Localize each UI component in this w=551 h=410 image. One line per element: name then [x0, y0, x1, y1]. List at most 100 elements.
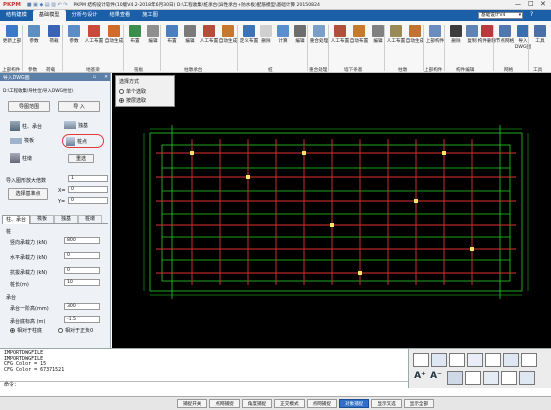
pile-length-label: 桩长(m)	[10, 282, 29, 288]
solid-icon[interactable]	[483, 371, 499, 385]
point-grid-snap-2[interactable]: 点网捕捉	[306, 399, 337, 408]
x-input[interactable]: 0	[68, 186, 108, 193]
font-smaller-icon[interactable]: A⁻	[429, 371, 443, 385]
overlap-button[interactable]: 重合处理	[309, 25, 329, 61]
wireframe-icon[interactable]	[465, 371, 481, 385]
tab-results[interactable]: 结果查看	[103, 10, 136, 21]
param-button[interactable]: 参数	[24, 25, 44, 61]
command-input-row[interactable]: 命令：	[0, 381, 408, 388]
home-view-icon[interactable]	[519, 371, 535, 385]
reselect-button[interactable]: 重选	[68, 154, 94, 163]
shade-icon[interactable]	[447, 371, 463, 385]
radio-unchecked-icon	[58, 328, 63, 333]
dimension-lines	[143, 128, 529, 296]
tab-drawings[interactable]: 施工图	[136, 10, 164, 21]
subtab-column-cap[interactable]: 柱、承台	[2, 214, 30, 224]
ribbon-separator	[444, 25, 445, 71]
strip-icon	[334, 25, 346, 37]
point-grid-snap[interactable]: 点网捕捉	[209, 399, 240, 408]
pin-icon[interactable]: ▫	[93, 75, 96, 80]
layer-item-pier[interactable]: 柱墩	[10, 153, 32, 163]
help-icon[interactable]: ?	[530, 11, 533, 18]
cap-manual-button[interactable]: 人工布置	[199, 25, 219, 61]
cap-elevation-label: 承台底标高 (m)	[10, 319, 46, 325]
import-button[interactable]: 导 入	[58, 101, 100, 112]
cap-edit-button[interactable]: 编辑	[180, 25, 200, 61]
upper-member-button[interactable]: 上部构件	[425, 25, 445, 61]
top-view-icon[interactable]	[449, 353, 465, 367]
cube-view-icon[interactable]	[413, 353, 429, 367]
base-point-button[interactable]: 选择基准点	[8, 188, 48, 200]
strip-auto-button[interactable]: 自动布置	[349, 25, 369, 61]
ribbon-label: 工具	[535, 39, 545, 44]
vertical-capacity-input[interactable]: 800	[64, 237, 100, 244]
auto-icon	[108, 25, 120, 37]
ribbon-label: 自动生成	[218, 39, 238, 44]
subtab-raft[interactable]: 筏板	[30, 215, 54, 223]
horizontal-capacity-input[interactable]: 0	[64, 252, 100, 259]
layer-icon[interactable]	[501, 371, 517, 385]
show-all[interactable]: 显示全部	[403, 399, 435, 408]
beam-auto-button[interactable]: 自动生成	[104, 25, 124, 61]
snap-toggle[interactable]: 捕捉开关	[177, 399, 208, 408]
quick-access-icons[interactable]: ■ ▣ ◆ ▤ ▥ ↶ ↷	[27, 2, 68, 8]
tab-structure-model[interactable]: 结构建模	[0, 10, 33, 21]
beam-param-button[interactable]: 参数	[64, 25, 84, 61]
pile-length-input[interactable]: 10	[64, 279, 100, 286]
render-view-icon[interactable]	[485, 353, 501, 367]
cap-section-title: 承台	[6, 295, 17, 301]
show-cross-select[interactable]: 显示叉选	[371, 399, 402, 408]
font-larger-icon[interactable]: A⁺	[413, 371, 427, 385]
ribbon-label: 自动生成	[405, 39, 425, 44]
front-view-icon[interactable]	[431, 353, 447, 367]
radio-relative-zero[interactable]: 相对于正负0	[58, 327, 93, 334]
radio-relative-column[interactable]: 相对于柱底	[10, 327, 42, 334]
pan-view-icon[interactable]	[521, 353, 537, 367]
scale-input[interactable]: 1	[68, 175, 108, 182]
layer-item-raft[interactable]: 筏板	[10, 137, 34, 144]
beam-manual-button[interactable]: 人工布置	[84, 25, 104, 61]
member-remove-button[interactable]: 构件删除	[477, 25, 497, 61]
subtab-footing[interactable]: 独基	[54, 215, 78, 223]
cap-elevation-input[interactable]: -1.5	[64, 316, 100, 323]
strip-manual-button[interactable]: 人工布置	[330, 25, 350, 61]
cap-height-input[interactable]: 300	[64, 303, 100, 310]
pile-icon	[243, 25, 255, 37]
layer-item-column-cap[interactable]: 柱、承台	[10, 121, 42, 131]
raft-place-button[interactable]: 布置	[125, 25, 145, 61]
uplift-capacity-input[interactable]: 0	[64, 267, 100, 274]
floor-plan-drawing[interactable]	[112, 73, 551, 348]
subtab-pier[interactable]: 桩墩	[78, 215, 102, 223]
cap-place-button[interactable]: 布置	[162, 25, 182, 61]
layer-item-pile-point[interactable]: 桩点	[62, 134, 104, 148]
load-button[interactable]: 荷载	[44, 25, 64, 61]
pier-auto-button[interactable]: 自动生成	[405, 25, 425, 61]
tab-analysis-design[interactable]: 分析与设计	[66, 10, 104, 21]
version-dropdown[interactable]: 基础设计V4 ▾	[478, 12, 523, 19]
layer-item-footing[interactable]: 独基	[64, 121, 88, 129]
strip-edit-button[interactable]: 编辑	[368, 25, 388, 61]
tab-foundation-model[interactable]: 基础模型	[32, 10, 66, 21]
close-button[interactable]: ✕	[540, 0, 546, 8]
ribbon-label: 人工布置	[386, 39, 406, 44]
ribbon-label: 删除	[261, 39, 271, 44]
update-upper-button[interactable]: 更新上部	[2, 25, 22, 61]
zoom-view-icon[interactable]	[503, 353, 519, 367]
y-input[interactable]: 0	[68, 197, 108, 204]
minimize-button[interactable]: —	[515, 1, 521, 8]
cap-auto-button[interactable]: 自动生成	[218, 25, 238, 61]
grid-icon	[499, 25, 511, 37]
maximize-button[interactable]: □	[528, 0, 534, 7]
node-grid-button[interactable]: 节点网格	[495, 25, 515, 61]
object-snap[interactable]: 对象捕捉	[338, 399, 370, 408]
drawing-canvas[interactable]: 选择方式 单个选取 按层选取	[112, 73, 551, 348]
angle-snap[interactable]: 角度捕捉	[241, 399, 273, 408]
ribbon-label: 删除	[451, 39, 461, 44]
beam-icon	[88, 25, 100, 37]
view-range-button[interactable]: 导图范围	[8, 101, 50, 112]
pier-manual-button[interactable]: 人工布置	[386, 25, 406, 61]
iso-view-icon[interactable]	[467, 353, 483, 367]
ortho-mode[interactable]: 正交模式	[274, 399, 305, 408]
tools-button[interactable]: 工具	[530, 25, 550, 61]
panel-close-icon[interactable]: ✕	[104, 75, 108, 80]
